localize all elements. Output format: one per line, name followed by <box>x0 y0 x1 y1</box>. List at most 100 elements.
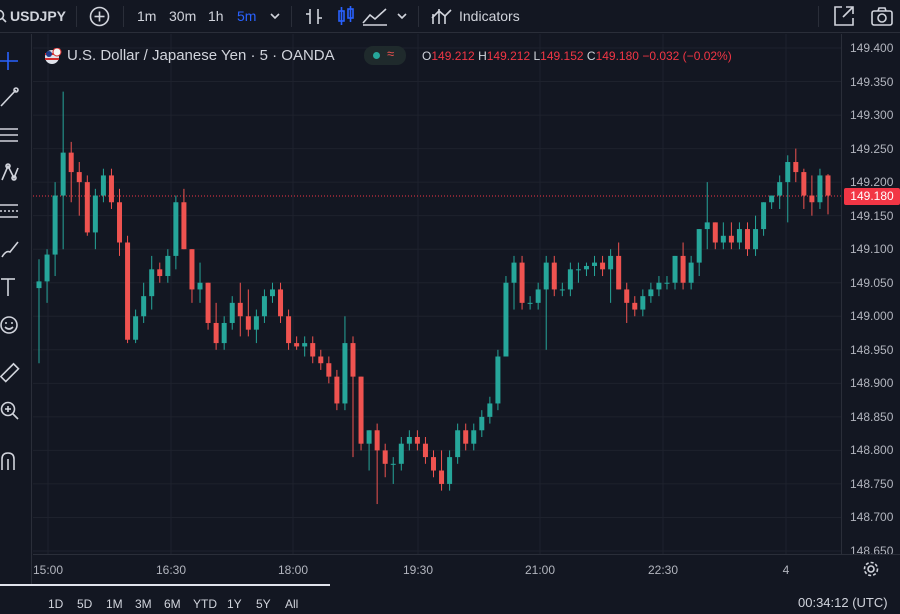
ruler-icon[interactable] <box>0 362 22 384</box>
range-1m[interactable]: 1M <box>106 597 123 611</box>
candle <box>519 255 525 310</box>
candlestick-icon[interactable] <box>336 5 356 27</box>
candle <box>117 188 123 256</box>
candle-body <box>149 269 155 297</box>
candle-body <box>463 430 469 444</box>
candle-body <box>720 235 726 243</box>
range-ytd[interactable]: YTD <box>193 597 217 611</box>
candle <box>503 276 509 357</box>
indicators-button[interactable]: Indicators <box>459 0 520 33</box>
crosshair-icon[interactable] <box>0 50 22 72</box>
price-axis[interactable]: 149.400 149.350 149.300 149.250 149.200 149.1… <box>841 34 900 558</box>
magnet-icon[interactable] <box>0 450 22 472</box>
candle <box>728 222 734 250</box>
fullscreen-icon[interactable] <box>833 5 855 27</box>
indicators-icon[interactable] <box>431 6 453 27</box>
candle-body <box>141 296 147 317</box>
us-flag-icon <box>45 48 62 64</box>
candle <box>736 222 742 250</box>
candle-body <box>100 175 106 196</box>
text-icon[interactable] <box>0 276 22 298</box>
candle-body <box>712 222 718 243</box>
bar-chart-icon[interactable] <box>304 6 324 27</box>
candle <box>197 262 203 303</box>
range-5d[interactable]: 5D <box>77 597 92 611</box>
low-value: 149.152 <box>540 49 584 63</box>
drawing-toolbar <box>0 34 32 594</box>
utc-clock[interactable]: 00:34:12 (UTC) <box>798 595 888 610</box>
pattern-icon[interactable] <box>0 162 22 184</box>
brush-icon[interactable] <box>0 238 22 260</box>
settings-icon[interactable] <box>863 561 879 577</box>
range-3m[interactable]: 3M <box>135 597 152 611</box>
candle <box>205 282 211 330</box>
camera-icon[interactable] <box>870 5 894 27</box>
last-price-label: 149.180 <box>844 188 900 205</box>
candle <box>487 396 493 424</box>
candle <box>294 336 300 350</box>
candlestick-chart[interactable] <box>33 34 841 554</box>
candle-body <box>728 235 734 243</box>
zoom-in-icon[interactable] <box>0 400 22 422</box>
range-1y[interactable]: 1Y <box>227 597 242 611</box>
candle <box>624 282 630 323</box>
candle <box>414 430 420 451</box>
candle-body <box>608 255 614 270</box>
candle-body <box>648 289 654 297</box>
candle <box>825 174 831 215</box>
candle-body <box>817 175 823 203</box>
emoji-icon[interactable] <box>0 314 22 336</box>
interval-1h[interactable]: 1h <box>208 0 224 33</box>
candle-body <box>125 242 131 340</box>
range-5y[interactable]: 5Y <box>256 597 271 611</box>
candle-body <box>398 443 404 464</box>
candle-body <box>245 316 251 330</box>
candle <box>221 316 227 350</box>
price-tick-label: 149.250 <box>850 141 894 156</box>
horizontal-lines-icon[interactable] <box>0 124 22 146</box>
range-6m[interactable]: 6M <box>164 597 181 611</box>
range-1d[interactable]: 1D <box>48 597 63 611</box>
candle-body <box>809 195 815 203</box>
candle <box>390 457 396 484</box>
candle-body <box>511 262 517 283</box>
interval-1m[interactable]: 1m <box>137 0 156 33</box>
symbol-label[interactable]: USDJPY <box>10 0 66 33</box>
fib-icon[interactable] <box>0 200 22 222</box>
candle <box>157 262 163 283</box>
area-chart-icon[interactable] <box>362 7 388 26</box>
time-axis[interactable]: 15:00 16:30 18:00 19:30 21:00 22:30 4 <box>33 554 900 584</box>
price-tick-label: 149.400 <box>850 41 894 55</box>
candle-body <box>431 457 436 471</box>
candle <box>543 255 549 350</box>
candle-body <box>286 316 292 344</box>
candle <box>592 255 598 277</box>
chevron-down-icon[interactable] <box>269 10 281 22</box>
candle <box>141 282 147 323</box>
candle-body <box>342 343 348 404</box>
candle <box>648 282 654 303</box>
interval-5m[interactable]: 5m <box>237 0 256 33</box>
candle <box>302 336 308 357</box>
candle <box>447 450 453 491</box>
candle-body <box>543 262 549 290</box>
candle <box>406 430 412 451</box>
candle <box>76 162 82 216</box>
candle-body <box>406 436 412 444</box>
candle <box>108 168 114 209</box>
candle <box>664 276 670 290</box>
market-status-badge[interactable]: ≈ <box>364 46 406 65</box>
search-icon[interactable] <box>0 9 7 23</box>
chevron-down-icon[interactable] <box>396 10 408 22</box>
candle <box>253 309 259 344</box>
candle-body <box>600 262 606 270</box>
candle <box>261 289 267 323</box>
add-symbol-icon[interactable] <box>89 6 110 27</box>
candle <box>712 222 718 250</box>
open-label: O <box>422 49 432 63</box>
range-all[interactable]: All <box>285 597 298 611</box>
candle-body <box>165 255 171 277</box>
candle-body <box>527 302 533 304</box>
trendline-icon[interactable] <box>0 86 22 108</box>
interval-30m[interactable]: 30m <box>169 0 196 33</box>
